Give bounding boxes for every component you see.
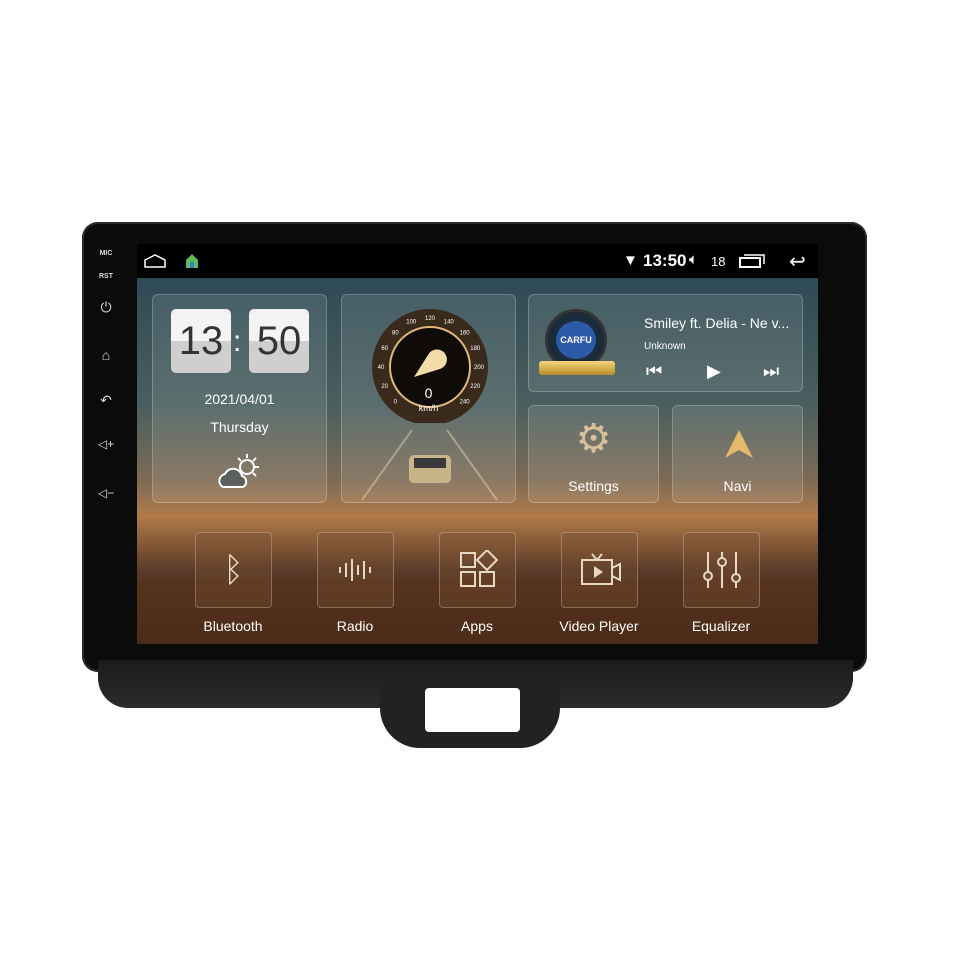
home-icon[interactable]: ⌂ xyxy=(92,347,120,363)
home-outline-icon[interactable] xyxy=(143,254,167,268)
wifi-icon: ▼ xyxy=(623,252,638,269)
power-icon[interactable]: ⏻ xyxy=(92,299,120,316)
bluetooth-button[interactable]: ᛒ xyxy=(195,532,272,608)
mic-label: MIC xyxy=(99,250,113,257)
volume-up-icon[interactable]: ◁+ xyxy=(92,437,120,451)
equalizer-button[interactable] xyxy=(683,532,760,608)
volume-icon[interactable]: 🔈︎ xyxy=(689,251,698,268)
app-dock: ᛒ Bluetooth Radio Apps Video Player Equa… xyxy=(137,278,818,644)
reset-button[interactable]: RST xyxy=(92,273,120,280)
equalizer-label: Equalizer xyxy=(691,618,751,634)
back-icon[interactable]: ↶ xyxy=(92,392,120,409)
back-nav-icon[interactable]: ↩ xyxy=(789,249,806,274)
video-player-button[interactable] xyxy=(561,532,638,608)
volume-down-icon[interactable]: ◁− xyxy=(92,486,120,500)
video-player-icon xyxy=(580,553,621,585)
equalizer-icon xyxy=(702,552,741,588)
radio-label: Radio xyxy=(336,618,374,634)
radio-waveform-icon xyxy=(338,559,371,581)
apps-label: Apps xyxy=(461,618,493,634)
volume-level: 18 xyxy=(711,254,726,269)
status-time: 13:50 xyxy=(643,251,687,270)
video-player-label: Video Player xyxy=(559,618,639,634)
apps-button[interactable] xyxy=(439,532,516,608)
recent-apps-icon[interactable] xyxy=(739,254,765,268)
launcher-icon[interactable] xyxy=(185,253,199,269)
bluetooth-icon: ᛒ xyxy=(223,550,244,589)
mount-slot xyxy=(425,688,520,732)
bluetooth-label: Bluetooth xyxy=(203,618,263,634)
status-bar: ▼ 13:50 🔈︎ 18 ↩ xyxy=(137,246,818,276)
apps-grid-icon xyxy=(459,550,498,587)
radio-button[interactable] xyxy=(317,532,394,608)
